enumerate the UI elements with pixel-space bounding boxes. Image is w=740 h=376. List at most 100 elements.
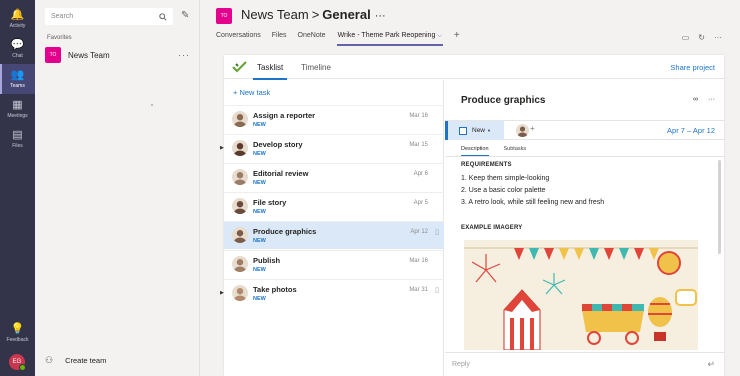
task-title: Editorial review — [253, 169, 309, 178]
reply-box[interactable]: Reply ↵ — [445, 352, 724, 376]
task-title: Take photos — [253, 285, 297, 294]
attachment-icon: ▯ — [435, 287, 439, 294]
send-icon[interactable]: ↵ — [707, 359, 715, 370]
team-tile: TO — [216, 8, 232, 24]
status-badge: NEW — [253, 209, 266, 215]
status-badge: NEW — [253, 122, 266, 128]
task-row[interactable]: Assign a reporter NEW Mar 16 — [224, 105, 444, 133]
team-tile: TO — [45, 47, 61, 63]
assignee-avatar — [232, 227, 248, 243]
task-title: Produce graphics — [253, 227, 317, 236]
rail-label: Feedback — [6, 336, 29, 343]
scrollbar[interactable] — [718, 160, 721, 254]
list-item: 1. Keep them simple-looking — [461, 175, 550, 182]
assignee-avatar — [232, 285, 248, 301]
detail-actions: ∞ ··· — [693, 96, 715, 103]
create-team-button[interactable]: ⚇ Create team — [45, 355, 106, 366]
tab-tasklist[interactable]: Tasklist — [252, 63, 288, 80]
task-title: Develop story — [253, 140, 303, 149]
tab-description[interactable]: Description — [461, 146, 489, 156]
status-dropdown[interactable]: New ▼ — [445, 121, 504, 140]
tab-wrike-label: Wrike - Theme Park Reopening — [337, 32, 436, 39]
task-title[interactable]: Produce graphics — [461, 95, 545, 106]
task-date: Apr 5 — [413, 200, 428, 206]
search-placeholder: Search — [51, 13, 74, 20]
rail-label: Meetings — [7, 112, 28, 119]
refresh-icon[interactable]: ↻ — [698, 33, 705, 42]
wrike-toolbar: Tasklist Timeline Share project — [224, 55, 724, 80]
tab-timeline[interactable]: Timeline — [301, 63, 331, 72]
channel-header: TO News Team > General ··· Conversations Fi… — [200, 0, 740, 48]
tab-subtasks[interactable]: Subtasks — [504, 146, 527, 156]
teams-icon: 👥 — [10, 68, 25, 81]
teams-panel: Search ✎ Favorites TO News Team ··· ⚇ Cr… — [35, 0, 200, 376]
favorites-label: Favorites — [47, 35, 72, 41]
task-row[interactable]: Editorial review NEW Apr 6 — [224, 163, 444, 191]
task-date: Mar 31 — [409, 287, 428, 293]
more-icon[interactable]: ··· — [708, 96, 715, 103]
tab-wrike[interactable]: Wrike - Theme Park Reopening ⌵ — [336, 32, 443, 46]
example-image — [464, 240, 698, 350]
tab-onenote[interactable]: OneNote — [298, 32, 326, 46]
status-badge: NEW — [253, 151, 266, 157]
task-row[interactable]: Produce graphics NEW Apr 12 ▯ — [224, 221, 444, 249]
rail-label: Activity — [9, 22, 26, 29]
task-dates[interactable]: Apr 7 – Apr 12 — [667, 126, 715, 135]
assignee-avatar[interactable] — [516, 124, 529, 137]
more-icon[interactable]: ··· — [714, 33, 722, 42]
tab-conversations[interactable]: Conversations — [216, 32, 261, 46]
add-tab-button[interactable]: + — [454, 31, 460, 41]
task-detail: Produce graphics ∞ ··· New ▼ + Apr 7 – A… — [445, 80, 724, 376]
rail-label: Teams — [10, 82, 25, 89]
bell-icon: 🔔 — [10, 8, 25, 21]
rail-item-feedback[interactable]: 💡 Feedback — [0, 318, 35, 348]
complete-checkbox[interactable] — [459, 126, 467, 135]
link-icon[interactable]: ∞ — [693, 96, 698, 103]
avatar[interactable]: EG — [9, 354, 26, 371]
task-title: File story — [253, 198, 287, 207]
divider — [445, 156, 724, 157]
share-project-link[interactable]: Share project — [670, 63, 715, 72]
app-rail: 🔔 Activity 💬 Chat 👥 Teams ▦ Meetings ▤ F… — [0, 0, 35, 376]
search-input[interactable]: Search — [45, 8, 173, 25]
rail-item-meetings[interactable]: ▦ Meetings — [0, 94, 35, 124]
search-icon — [159, 12, 167, 21]
task-date: Mar 16 — [409, 258, 428, 264]
task-row[interactable]: ▶ Develop story NEW Mar 15 — [220, 134, 444, 162]
status-badge: NEW — [253, 238, 266, 244]
more-icon[interactable]: ··· — [375, 10, 386, 22]
wrike-logo-icon — [232, 61, 247, 73]
expand-caret-icon[interactable]: ▶ — [220, 290, 224, 296]
assignee-avatar — [232, 140, 248, 156]
task-row[interactable]: Publish NEW Mar 16 — [224, 250, 444, 278]
task-date: Mar 16 — [409, 113, 428, 119]
page-title: News Team > General ··· — [241, 7, 386, 22]
team-name: News Team — [68, 50, 110, 60]
add-assignee-icon[interactable]: + — [530, 124, 535, 133]
more-icon[interactable]: ··· — [178, 50, 190, 60]
new-task-button[interactable]: + New task — [233, 88, 270, 97]
status-label: New — [472, 127, 486, 134]
task-meta-bar: New ▼ + Apr 7 – Apr 12 — [445, 120, 724, 140]
lightbulb-icon: 💡 — [10, 322, 25, 335]
expand-caret-icon[interactable]: ▶ — [220, 145, 224, 151]
task-date: Apr 12 — [410, 229, 428, 235]
task-row[interactable]: File story NEW Apr 5 — [224, 192, 444, 220]
list-item: 3. A retro look, while still feeling new… — [461, 199, 605, 206]
channel-tabs: Conversations Files OneNote Wrike - Them… — [216, 31, 460, 46]
rail-item-teams[interactable]: 👥 Teams — [0, 64, 35, 94]
team-name[interactable]: News Team — [241, 7, 309, 22]
rail-item-files[interactable]: ▤ Files — [0, 124, 35, 154]
task-date: Mar 15 — [409, 142, 428, 148]
rail-item-activity[interactable]: 🔔 Activity — [0, 4, 35, 34]
rail-item-chat[interactable]: 💬 Chat — [0, 34, 35, 64]
task-row[interactable]: ▶ Take photos NEW Mar 31 ▯ — [220, 279, 444, 307]
create-team-label: Create team — [65, 356, 107, 365]
task-date: Apr 6 — [413, 171, 428, 177]
conversation-icon[interactable]: ▭ — [682, 33, 690, 42]
tab-files[interactable]: Files — [272, 32, 287, 46]
compose-icon[interactable]: ✎ — [181, 10, 189, 21]
team-item-news-team[interactable]: TO News Team ··· — [35, 45, 200, 65]
files-icon: ▤ — [12, 128, 23, 141]
assignee-avatar — [232, 169, 248, 185]
